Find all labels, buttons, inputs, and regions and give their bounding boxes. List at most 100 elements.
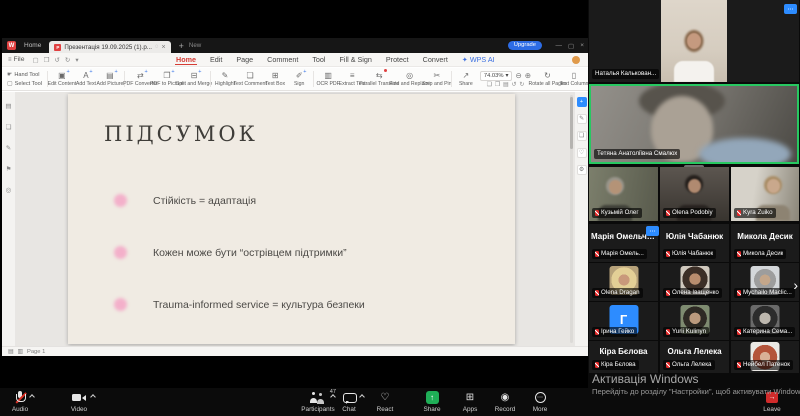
rotate-left-icon[interactable]: ↺ [512,82,517,88]
zoom-level-select[interactable]: 74.03% ▾ [480,71,513,81]
ribbon-tab-protect[interactable]: Protect [385,55,410,64]
bookmarks-panel-icon[interactable]: ❏ [6,123,12,131]
add-picture-button[interactable]: ▤+ Add Picture [98,71,122,87]
share-button[interactable]: ↑ Share [414,391,450,413]
flags-panel-icon[interactable]: ⚑ [6,165,12,173]
text-comment-button[interactable]: ❏ Text Comment [237,71,263,87]
upgrade-button[interactable]: Upgrade [508,41,542,50]
record-button[interactable]: ◉ Record [487,391,523,413]
leave-label: Leave [763,406,780,413]
muted-mic-icon [666,329,670,335]
select-tool-button[interactable]: ▢ Select Tool [7,80,42,87]
participant-tile[interactable]: Олена Іващенко [660,263,729,301]
quick-access-caret-icon[interactable]: ▾ [75,56,78,64]
search-panel-icon[interactable]: ◎ [6,186,12,194]
chat-button[interactable]: Chat [334,391,364,413]
ribbon-tab-home[interactable]: Home [175,55,197,65]
participant-tile[interactable]: Mychailo Maclic... [731,263,799,301]
more-button[interactable]: ⋯ More [525,391,555,413]
new-tab-button[interactable]: + [179,41,184,51]
hand-tool-button[interactable]: ☛ Hand Tool [7,71,42,78]
document-tab[interactable]: P Презентація 19.09.2025 (1).p... ◌ × [49,41,170,53]
thumbnails-panel-icon[interactable]: ▤ [5,102,11,110]
video-person-shape [688,179,701,193]
participant-tile[interactable]: Катерина Сема... [731,302,799,340]
ribbon-tab-edit[interactable]: Edit [209,55,223,64]
add-text-button[interactable]: A+ Add Text [74,71,98,87]
participant-tile[interactable]: Нейбел Патенок [731,341,799,373]
rotate-all-pages-button[interactable]: ↻ Rotate all Pages [533,71,562,87]
print-icon[interactable]: ❐ [44,56,50,64]
video-person-shape [609,180,622,194]
notes-tool-button[interactable]: ❏ [577,131,587,141]
zoom-in-icon[interactable]: ⊕ [525,71,531,80]
vertical-scrollbar[interactable] [570,95,573,343]
close-window-button[interactable]: × [580,42,584,49]
participant-nametag: Yurii Kulinyn [663,327,709,337]
audio-options-caret-icon[interactable] [29,394,35,400]
text-column-button[interactable]: ▯ Text Column [562,71,586,87]
document-area[interactable]: ПІДСУМОК Стійкість = адаптація Кожен мож… [16,92,574,346]
quick-tool-button[interactable]: + [577,97,587,107]
participant-tile[interactable]: Юлія Чабанюк Юлія Чабанюк [660,224,729,262]
edit-content-button[interactable]: ▣+ Edit Content [50,71,74,87]
annotations-panel-icon[interactable]: ✎ [6,144,11,152]
ribbon-tab-page[interactable]: Page [235,55,254,64]
account-avatar[interactable] [572,56,580,64]
video-tile[interactable]: Кузьмій Олег [589,167,658,221]
ribbon-tab-wps-ai[interactable]: ✦ WPS AI [461,55,496,64]
find-replace-button[interactable]: ◎ Find and Replace [394,71,425,87]
apps-button[interactable]: ⊞ Apps [455,391,485,413]
participant-tile[interactable]: Микола Десик Микола Десик [731,224,799,262]
settings-tool-button[interactable]: ⚙ [577,165,587,175]
rotate-right-icon[interactable]: ↻ [519,82,524,88]
slide-bullet-row: Кожен може бути “острівцем підтримки” [114,246,347,259]
annotate-tool-button[interactable]: ✎ [577,114,587,124]
zoom-out-icon[interactable]: ⊖ [515,71,521,80]
video-button[interactable]: Video [60,391,98,413]
chat-caret-icon[interactable] [359,394,365,400]
home-tab[interactable]: Home [21,42,44,49]
video-options-caret-icon[interactable] [90,394,96,400]
ocr-pdf-button[interactable]: ▥ OCR PDF [316,71,340,87]
fit-width-icon[interactable]: ▤ [8,349,13,355]
video-tile[interactable]: Olena Podobiy [660,167,729,221]
video-tile-featured-2-active-speaker[interactable]: Тетяна Анатоліївна Смалюх [589,84,799,164]
ribbon-tab-convert[interactable]: Convert [422,55,449,64]
share-document-button[interactable]: ↗ Share [454,71,478,87]
audio-button[interactable]: Audio [2,391,38,413]
participant-tile[interactable]: Г Ірина Гейко [589,302,658,340]
participant-tile[interactable]: Кіра Бєлова Кіра Бєлова [589,341,658,373]
ribbon-tab-comment[interactable]: Comment [266,55,299,64]
ribbon-tab-fill-sign[interactable]: Fill & Sign [339,55,373,64]
favorite-tool-button[interactable]: ♡ [577,148,587,158]
react-button[interactable]: ♡ React [367,391,403,413]
maximize-button[interactable]: ▢ [568,42,574,50]
undo-icon[interactable]: ↺ [54,56,59,64]
split-merge-button[interactable]: ⊟+ Split and Merge [180,71,208,87]
tile-more-options-button[interactable]: ⋯ [784,4,797,14]
participant-tile[interactable]: Olena Dragan [589,263,658,301]
single-page-icon[interactable]: ❏ [487,82,492,88]
ribbon-tab-tool[interactable]: Tool [311,55,326,64]
sign-button[interactable]: ✐+ Sign [287,71,311,87]
participant-tile[interactable]: Ольга Лелека Ольга Лелека [660,341,729,373]
minimize-button[interactable]: — [556,42,563,49]
tile-more-options-button[interactable]: ⋯ [646,226,659,236]
file-menu-button[interactable]: ≡ File [8,56,24,63]
redo-icon[interactable]: ↻ [65,56,70,64]
muted-mic-icon [666,210,670,216]
close-tab-icon[interactable]: × [162,44,166,51]
video-tile-featured-1[interactable]: ⋯ Наталья Калькован... [589,0,799,82]
next-page-chevron-icon[interactable]: › [793,278,798,292]
scrollbar-thumb[interactable] [570,97,573,149]
text-box-button[interactable]: ⊞ Text Box [263,71,287,87]
menu-row: ≡ File ▢ ❐ ↺ ↻ ▾ Home Edit Page Comment … [2,53,588,67]
two-page-icon[interactable]: ▤ [503,82,508,88]
video-tile[interactable]: Kyra Zuiko [731,167,799,221]
continuous-page-icon[interactable]: ❐ [495,82,500,88]
participant-tile[interactable]: Yurii Kulinyn [660,302,729,340]
fit-page-icon[interactable]: ▥ [17,349,22,355]
save-icon[interactable]: ▢ [32,56,38,64]
snip-pin-button[interactable]: ✂ Snip and Pin [425,71,449,87]
